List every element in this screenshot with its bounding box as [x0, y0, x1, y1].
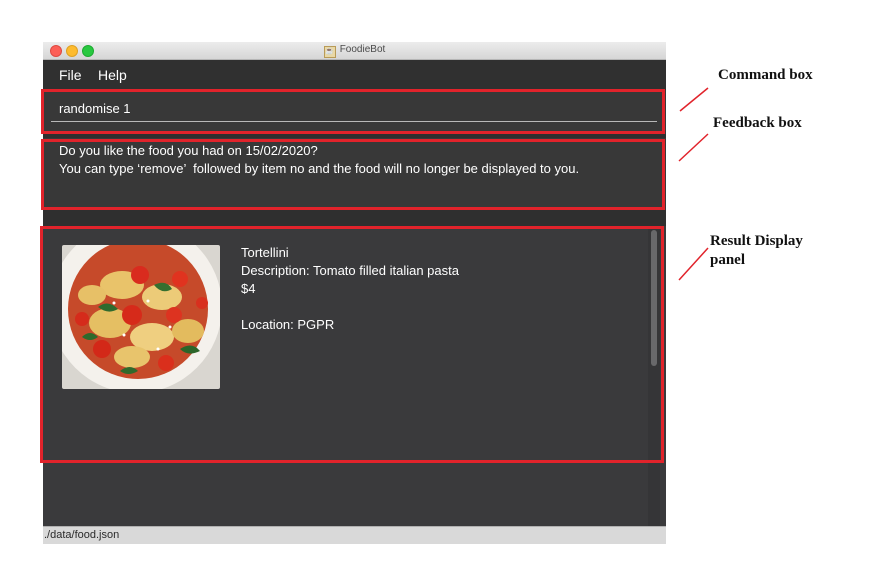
menu-help[interactable]: Help	[98, 67, 127, 83]
java-app-icon: ☕	[323, 46, 336, 58]
result-display-label-line-2: panel	[710, 252, 746, 268]
command-box-highlight	[41, 89, 665, 134]
menu-file[interactable]: File	[59, 67, 82, 83]
result-display-label: Result Display panel	[710, 232, 803, 270]
window-title: FoodieBot	[339, 44, 386, 55]
menu-bar: File Help	[43, 60, 666, 90]
feedback-box-label: Feedback box	[713, 115, 802, 131]
result-display-label-line-1: Result Display	[710, 233, 803, 249]
window-title-container: ☕ FoodieBot	[43, 43, 666, 58]
command-box-pointer-line	[679, 87, 709, 112]
status-bar: ./data/food.json	[43, 526, 666, 544]
title-bar[interactable]: ☕ FoodieBot	[43, 42, 666, 60]
result-panel-highlight	[40, 226, 664, 463]
feedback-box-highlight	[41, 139, 665, 210]
feedback-box-pointer-line	[678, 133, 709, 162]
result-panel-pointer-line	[678, 247, 709, 281]
data-file-path: ./data/food.json	[44, 529, 120, 541]
command-box-label: Command box	[718, 67, 813, 83]
